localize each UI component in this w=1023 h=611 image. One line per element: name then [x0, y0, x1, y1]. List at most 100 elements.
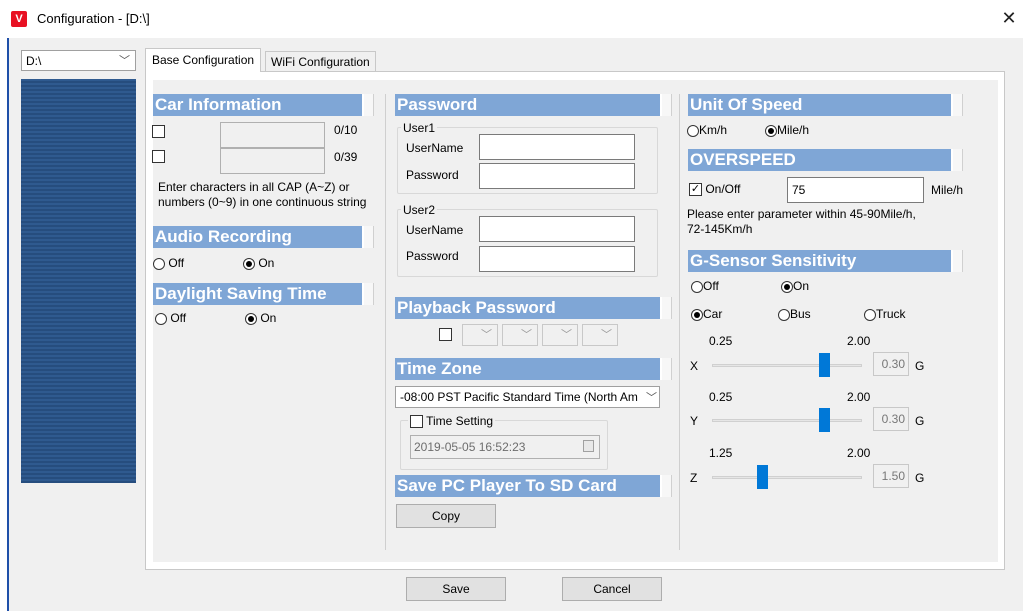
column-divider-1 [385, 94, 386, 550]
playback-digit-4-select[interactable]: ﹀ [582, 324, 618, 346]
gsensor-off-radio[interactable]: Off [691, 279, 719, 293]
datetime-value: 2019-05-05 16:52:23 [414, 440, 526, 454]
overspeed-value-input[interactable]: 75 [787, 177, 924, 203]
user2-username-label: UserName [406, 223, 464, 237]
z-min-label: 1.25 [709, 446, 733, 460]
radio-selected-icon [245, 312, 257, 325]
save-button[interactable]: Save [406, 577, 506, 601]
time-zone-select[interactable]: -08:00 PST Pacific Standard Time (North … [395, 386, 660, 408]
radio-selected-icon [781, 280, 793, 293]
audio-recording-header: Audio Recording [153, 226, 374, 248]
datetime-picker[interactable]: 2019-05-05 16:52:23 [410, 435, 600, 459]
user2-password-label: Password [406, 249, 459, 263]
user2-password-input[interactable] [479, 246, 635, 272]
tab-base-configuration[interactable]: Base Configuration [145, 48, 262, 72]
overspeed-value: 75 [792, 183, 806, 197]
close-icon[interactable]: ✕ [998, 6, 1020, 30]
password-header: Password [395, 94, 672, 116]
playback-digit-1-select[interactable]: ﹀ [462, 324, 498, 346]
radio-selected-icon [765, 124, 777, 137]
title-bar: V Configuration - [D:\] ✕ [0, 0, 1023, 38]
radio-icon [691, 280, 703, 293]
tab-wifi-configuration[interactable]: WiFi Configuration [265, 51, 376, 71]
checkbox-checked-icon [689, 183, 702, 197]
x-slider-track[interactable] [712, 364, 862, 367]
y-max-label: 2.00 [847, 390, 871, 404]
drive-select[interactable]: D:\ ﹀ [21, 50, 136, 71]
radio-selected-icon [691, 308, 703, 321]
mileh-radio[interactable]: Mile/h [765, 123, 809, 137]
car-info-count-1: 0/10 [334, 123, 358, 137]
user1-password-input[interactable] [479, 163, 635, 189]
x-value-box: 0.30 [873, 352, 909, 376]
playback-password-checkbox[interactable] [439, 328, 452, 341]
time-zone-header: Time Zone [395, 358, 672, 380]
y-slider-thumb[interactable] [819, 408, 830, 432]
user1-password-label: Password [406, 168, 459, 182]
chevron-down-icon: ﹀ [646, 392, 657, 404]
radio-icon [864, 308, 876, 321]
radio-icon [778, 308, 790, 321]
user1-username-label: UserName [406, 141, 464, 155]
car-info-field-1[interactable] [220, 122, 325, 148]
time-setting-checkbox[interactable] [410, 415, 423, 429]
copy-button[interactable]: Copy [396, 504, 496, 528]
column-divider-2 [679, 94, 680, 550]
overspeed-unit: Mile/h [931, 183, 964, 197]
chevron-down-icon: ﹀ [119, 55, 130, 67]
car-info-field-2[interactable] [220, 148, 325, 174]
playback-digit-3-select[interactable]: ﹀ [542, 324, 578, 346]
window-title: Configuration - [D:\] [37, 11, 150, 26]
y-slider-track[interactable] [712, 419, 862, 422]
playback-digit-2-select[interactable]: ﹀ [502, 324, 538, 346]
save-pc-player-header: Save PC Player To SD Card [395, 475, 672, 497]
overspeed-hint-1: Please enter parameter within 45-90Mile/… [687, 207, 916, 221]
audio-off-radio[interactable]: Off [153, 256, 184, 270]
y-value-box: 0.30 [873, 407, 909, 431]
cancel-button[interactable]: Cancel [562, 577, 662, 601]
vehicle-truck-radio[interactable]: Truck [864, 307, 906, 321]
overspeed-onoff-checkbox[interactable]: On/Off [689, 182, 740, 197]
car-info-checkbox-2[interactable] [152, 150, 165, 163]
y-unit: G [915, 414, 925, 428]
daylight-saving-header: Daylight Saving Time [153, 283, 374, 305]
unit-of-speed-header: Unit Of Speed [688, 94, 963, 116]
car-info-count-2: 0/39 [334, 150, 358, 164]
y-axis-label: Y [690, 414, 699, 428]
z-axis-label: Z [690, 471, 698, 485]
playback-password-header: Playback Password [395, 297, 672, 319]
x-slider-thumb[interactable] [819, 353, 830, 377]
x-min-label: 0.25 [709, 334, 733, 348]
time-setting-toggle[interactable]: Time Setting [408, 414, 496, 429]
car-information-header: Car Information [153, 94, 374, 116]
z-max-label: 2.00 [847, 446, 871, 460]
x-axis-label: X [690, 359, 699, 373]
time-setting-label: Time Setting [426, 414, 494, 428]
vehicle-bus-radio[interactable]: Bus [778, 307, 811, 321]
radio-icon [155, 312, 167, 325]
g-sensor-header: G-Sensor Sensitivity [688, 250, 963, 272]
dst-off-radio[interactable]: Off [155, 311, 186, 325]
car-info-checkbox-1[interactable] [152, 125, 165, 138]
user2-legend: User2 [401, 203, 438, 217]
radio-icon [687, 124, 699, 137]
kmh-radio[interactable]: Km/h [687, 123, 727, 137]
gsensor-on-radio[interactable]: On [781, 279, 809, 293]
z-slider-thumb[interactable] [757, 465, 768, 489]
user2-username-input[interactable] [479, 216, 635, 242]
radio-selected-icon [243, 257, 255, 270]
drive-panel[interactable] [21, 79, 136, 483]
user1-username-input[interactable] [479, 134, 635, 160]
drive-select-value: D:\ [26, 54, 42, 68]
overspeed-hint-2: 72-145Km/h [687, 222, 753, 236]
vehicle-car-radio[interactable]: Car [691, 307, 722, 321]
calendar-icon[interactable] [583, 440, 594, 452]
audio-on-radio[interactable]: On [243, 256, 274, 270]
radio-icon [153, 257, 165, 270]
x-max-label: 2.00 [847, 334, 871, 348]
z-slider-track[interactable] [712, 476, 862, 479]
car-info-hint-1: Enter characters in all CAP (A~Z) or [158, 180, 350, 194]
z-value-box: 1.50 [873, 464, 909, 488]
z-unit: G [915, 471, 925, 485]
dst-on-radio[interactable]: On [245, 311, 276, 325]
